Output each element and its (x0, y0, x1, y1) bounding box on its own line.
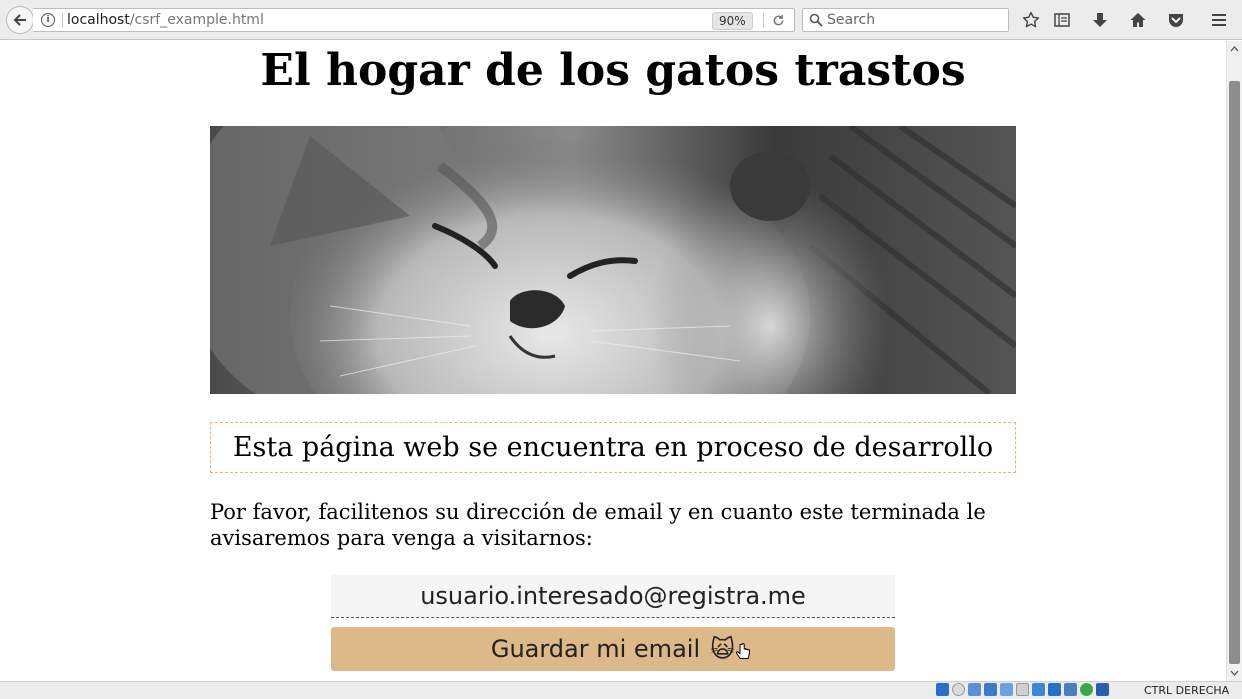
optical-disk-icon[interactable] (952, 683, 965, 696)
usb-icon[interactable] (1000, 683, 1013, 696)
zoom-badge[interactable]: 90% (712, 12, 753, 30)
scroll-down-icon[interactable] (1227, 665, 1242, 681)
browser-toolbar: i localhost/csrf_example.html 90% (0, 0, 1242, 40)
mouse-integration-icon[interactable] (1096, 683, 1109, 696)
url-host: localhost (67, 12, 130, 28)
menu-icon[interactable] (1208, 9, 1230, 31)
page-scrollbar[interactable] (1226, 41, 1242, 681)
hard-disk-icon[interactable] (936, 683, 949, 696)
back-button[interactable] (6, 6, 34, 34)
scroll-up-icon[interactable] (1227, 41, 1242, 57)
audio-icon[interactable] (968, 683, 981, 696)
home-icon[interactable] (1127, 9, 1149, 31)
weary-cat-icon: 🙀 (710, 635, 736, 663)
scrollbar-thumb[interactable] (1229, 81, 1240, 664)
page-title: El hogar de los gatos trastos (260, 45, 966, 96)
vm-status-icons (936, 683, 1109, 696)
host-key-label: CTRL DERECHA (1144, 684, 1230, 697)
intro-text: Por favor, facilitenos su dirección de e… (210, 500, 986, 550)
hand-cursor-icon (736, 643, 750, 659)
video-capture-icon[interactable] (1048, 683, 1061, 696)
page-content: El hogar de los gatos trastos Esta págin… (0, 41, 1226, 681)
cpu-icon[interactable] (1064, 683, 1077, 696)
download-icon[interactable] (1089, 9, 1111, 31)
development-notice: Esta página web se encuentra en proceso … (210, 422, 1016, 473)
network-icon[interactable] (984, 683, 997, 696)
save-email-button[interactable]: Guardar mi email 🙀 (331, 627, 895, 671)
display-icon[interactable] (1032, 683, 1045, 696)
search-bar[interactable] (802, 8, 1009, 32)
url-bar[interactable]: i localhost/csrf_example.html 90% (33, 8, 795, 32)
url-divider (62, 13, 63, 28)
hero-image (210, 126, 1016, 394)
vt-x-icon[interactable] (1080, 683, 1093, 696)
vm-status-bar: CTRL DERECHA (0, 681, 1242, 699)
pocket-icon[interactable] (1165, 9, 1187, 31)
arrow-left-icon (13, 14, 26, 26)
reload-divider (763, 13, 764, 28)
email-field[interactable] (331, 575, 895, 618)
save-email-label: Guardar mi email (490, 635, 701, 663)
info-icon[interactable]: i (41, 13, 55, 27)
shared-folders-icon[interactable] (1016, 683, 1029, 696)
url-path: /csrf_example.html (129, 12, 264, 28)
url-text[interactable]: localhost/csrf_example.html (67, 12, 264, 28)
bookmark-star-icon[interactable] (1020, 9, 1042, 31)
reload-icon[interactable] (769, 11, 787, 29)
search-input[interactable] (827, 9, 1003, 31)
search-icon (809, 13, 823, 27)
reading-list-icon[interactable] (1051, 9, 1073, 31)
